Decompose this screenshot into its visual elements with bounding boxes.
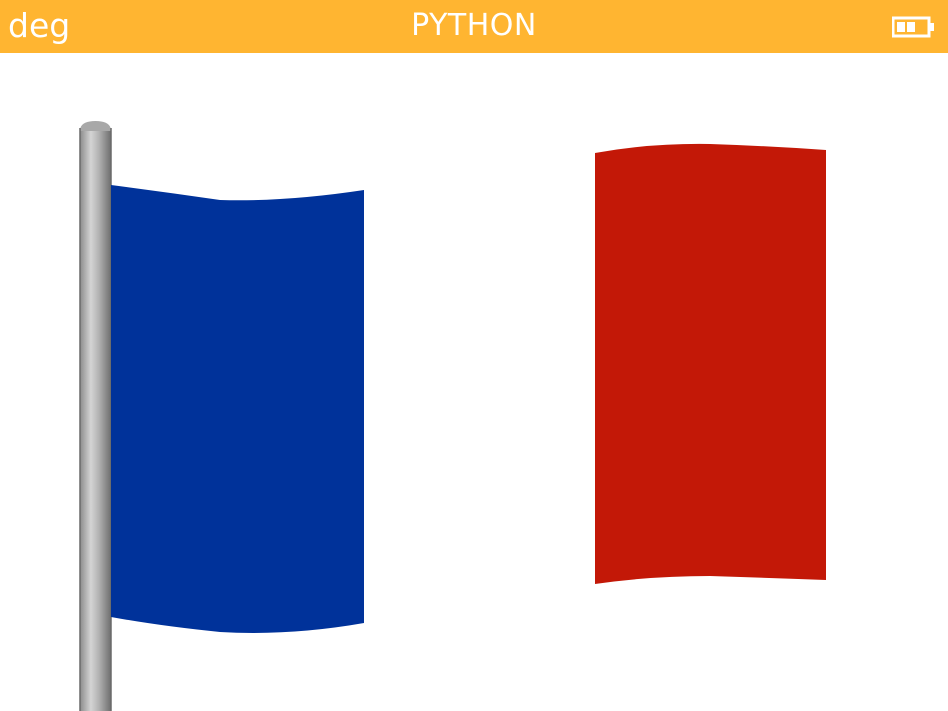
flag-stripe-white <box>364 153 595 623</box>
flag-stripe-blue <box>111 185 364 633</box>
flag-drawing <box>79 121 826 711</box>
battery-icon <box>892 16 934 38</box>
app-title: PYTHON <box>411 8 537 43</box>
flag-pole <box>79 121 112 711</box>
status-bar: deg PYTHON <box>0 0 948 53</box>
calculator-screen: deg PYTHON <box>0 0 948 711</box>
flag-stripe-red <box>595 143 826 584</box>
